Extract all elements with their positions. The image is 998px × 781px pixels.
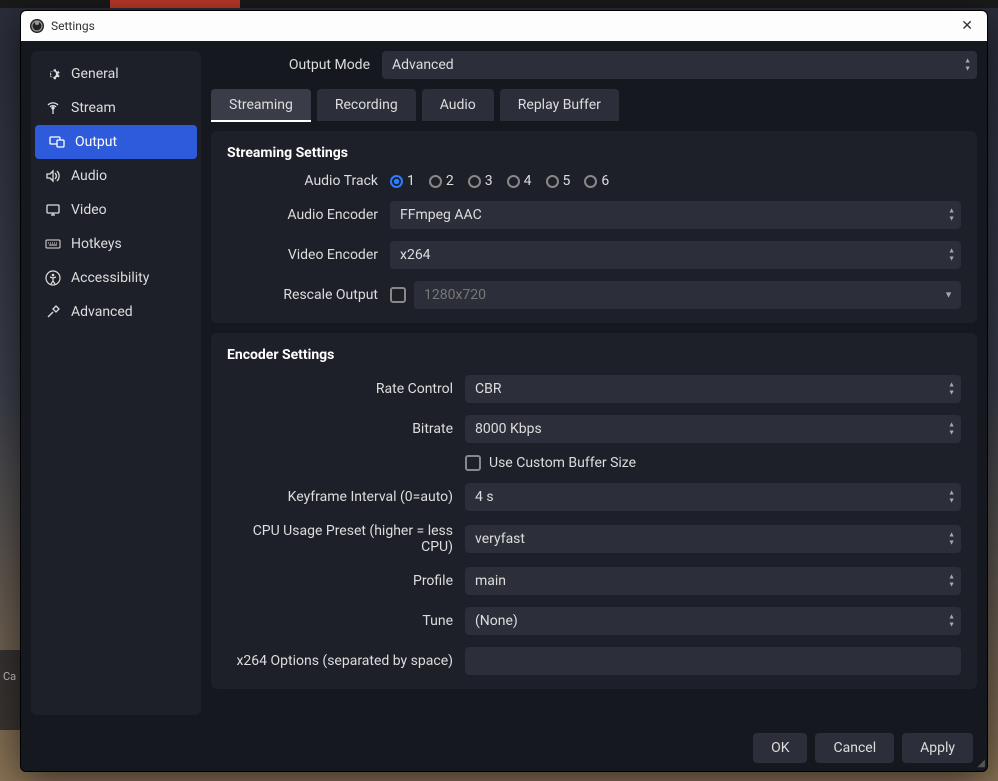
spinner-icon: ▲▼ [948, 208, 955, 223]
obs-icon [29, 18, 45, 34]
spinner-icon: ▲▼ [948, 490, 955, 505]
close-icon[interactable]: ✕ [955, 16, 979, 36]
output-mode-row: Output Mode Advanced ▲▼ [211, 51, 977, 79]
sidebar-item-output[interactable]: Output [35, 125, 197, 159]
audio-track-radio-3[interactable]: 3 [468, 173, 493, 189]
antenna-icon [45, 100, 61, 116]
sidebar-item-label: Video [71, 202, 107, 218]
audio-track-row: Audio Track 1 2 3 4 5 6 [227, 173, 961, 189]
spinner-icon: ▲▼ [964, 58, 971, 73]
keyboard-icon [45, 236, 61, 252]
monitor-icon [45, 202, 61, 218]
output-icon [49, 134, 65, 150]
spinner-icon: ▲▼ [948, 574, 955, 589]
keyframe-input[interactable]: 4 s▲▼ [465, 483, 961, 511]
cancel-button[interactable]: Cancel [815, 733, 894, 763]
output-mode-select[interactable]: Advanced ▲▼ [382, 51, 977, 79]
footer: OK Cancel Apply ◢ [21, 725, 987, 771]
encoder-settings-panel: Encoder Settings Rate Control CBR▲▼ Bitr… [211, 333, 977, 689]
audio-track-radio-5[interactable]: 5 [546, 173, 571, 189]
rescale-row: Rescale Output 1280x720▼ [227, 281, 961, 309]
speaker-icon [45, 168, 61, 184]
window-title: Settings [51, 19, 95, 33]
audio-track-radio-6[interactable]: 6 [584, 173, 609, 189]
custom-buffer-checkbox[interactable] [465, 455, 481, 471]
rescale-checkbox[interactable] [390, 287, 406, 303]
tab-audio[interactable]: Audio [422, 89, 494, 121]
bitrate-label: Bitrate [227, 421, 457, 437]
audio-track-radio-2[interactable]: 2 [429, 173, 454, 189]
output-mode-label: Output Mode [211, 57, 374, 73]
titlebar: Settings ✕ [21, 11, 987, 41]
tab-replay-buffer[interactable]: Replay Buffer [500, 89, 619, 121]
sidebar-item-label: Hotkeys [71, 236, 122, 252]
sidebar-item-general[interactable]: General [31, 57, 201, 91]
sidebar-item-label: Audio [71, 168, 107, 184]
chevron-down-icon: ▼ [944, 290, 953, 301]
sidebar-item-accessibility[interactable]: Accessibility [31, 261, 201, 295]
video-encoder-row: Video Encoder x264▲▼ [227, 241, 961, 269]
sidebar-item-advanced[interactable]: Advanced [31, 295, 201, 329]
streaming-heading: Streaming Settings [227, 145, 961, 161]
audio-encoder-row: Audio Encoder FFmpeg AAC▲▼ [227, 201, 961, 229]
sidebar-item-label: Accessibility [71, 270, 149, 286]
spinner-icon: ▲▼ [948, 422, 955, 437]
audio-encoder-select[interactable]: FFmpeg AAC▲▼ [390, 201, 961, 229]
apply-button[interactable]: Apply [902, 733, 973, 763]
video-encoder-label: Video Encoder [227, 247, 382, 263]
x264-opts-input[interactable] [465, 647, 961, 675]
sidebar-item-stream[interactable]: Stream [31, 91, 201, 125]
profile-label: Profile [227, 573, 457, 589]
sidebar-item-audio[interactable]: Audio [31, 159, 201, 193]
sidebar-item-label: Stream [71, 100, 116, 116]
spinner-icon: ▲▼ [948, 248, 955, 263]
sidebar-item-video[interactable]: Video [31, 193, 201, 227]
x264-opts-label: x264 Options (separated by space) [227, 653, 457, 669]
encoder-heading: Encoder Settings [227, 347, 961, 363]
tab-recording[interactable]: Recording [317, 89, 416, 121]
spinner-icon: ▲▼ [948, 382, 955, 397]
audio-encoder-label: Audio Encoder [227, 207, 382, 223]
custom-buffer-label: Use Custom Buffer Size [489, 455, 636, 471]
audio-track-radio-4[interactable]: 4 [507, 173, 532, 189]
accessibility-icon [45, 270, 61, 286]
settings-window: Settings ✕ General Stream Output Audio [20, 10, 988, 772]
sidebar: General Stream Output Audio Video Hotkey… [31, 51, 201, 715]
spinner-icon: ▲▼ [948, 532, 955, 547]
rate-control-label: Rate Control [227, 381, 457, 397]
cpu-preset-label: CPU Usage Preset (higher = less CPU) [227, 523, 457, 555]
rescale-select[interactable]: 1280x720▼ [414, 281, 961, 309]
output-tabs: Streaming Recording Audio Replay Buffer [211, 89, 977, 121]
tools-icon [45, 304, 61, 320]
tab-streaming[interactable]: Streaming [211, 89, 311, 121]
cpu-preset-select[interactable]: veryfast▲▼ [465, 525, 961, 553]
streaming-settings-panel: Streaming Settings Audio Track 1 2 3 4 5… [211, 131, 977, 323]
audio-track-label: Audio Track [227, 173, 382, 189]
audio-track-radio-1[interactable]: 1 [390, 173, 415, 189]
ok-button[interactable]: OK [753, 733, 807, 763]
gear-icon [45, 66, 61, 82]
sidebar-item-hotkeys[interactable]: Hotkeys [31, 227, 201, 261]
sidebar-item-label: General [71, 66, 119, 82]
main-area: Output Mode Advanced ▲▼ Streaming Record… [211, 51, 977, 715]
keyframe-label: Keyframe Interval (0=auto) [227, 489, 457, 505]
sidebar-item-label: Output [75, 134, 117, 150]
sidebar-item-label: Advanced [71, 304, 133, 320]
tune-label: Tune [227, 613, 457, 629]
spinner-icon: ▲▼ [948, 614, 955, 629]
video-encoder-select[interactable]: x264▲▼ [390, 241, 961, 269]
resize-grip-icon[interactable]: ◢ [977, 758, 985, 769]
profile-select[interactable]: main▲▼ [465, 567, 961, 595]
tune-select[interactable]: (None)▲▼ [465, 607, 961, 635]
rescale-label: Rescale Output [227, 287, 382, 303]
bitrate-input[interactable]: 8000 Kbps▲▼ [465, 415, 961, 443]
rate-control-select[interactable]: CBR▲▼ [465, 375, 961, 403]
